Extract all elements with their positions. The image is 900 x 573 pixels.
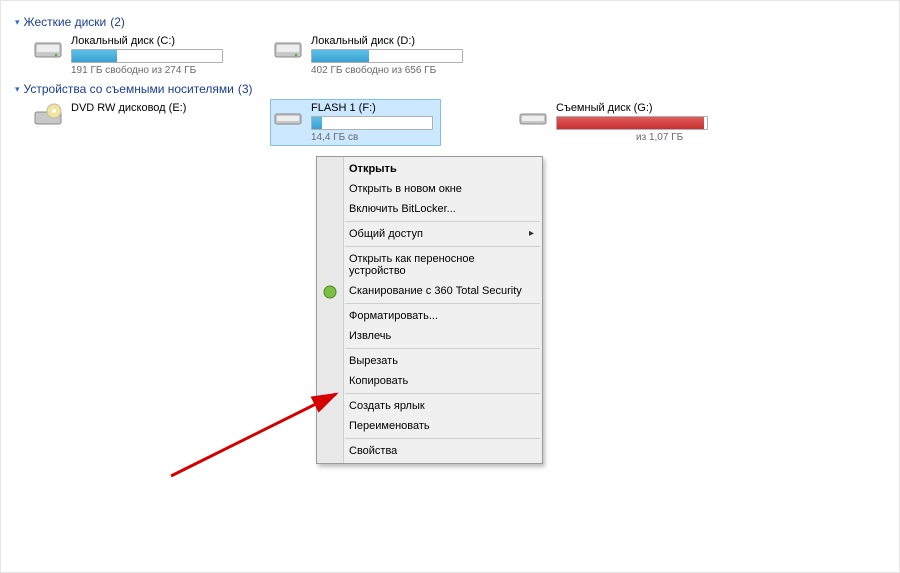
chevron-down-icon: ▾ [15,84,20,95]
drive-name: Съемный диск (G:) [556,102,708,114]
menu-share[interactable]: Общий доступ [317,224,542,244]
group-label-hdd[interactable]: Жесткие диски [24,15,107,29]
flash-drive-icon [273,102,305,128]
menu-separator [345,438,540,439]
hdd-icon [273,35,305,61]
group-count-hdd: (2) [110,15,125,29]
menu-open[interactable]: Открыть [317,159,542,179]
chevron-down-icon: ▾ [15,17,20,28]
menu-scan-360[interactable]: Сканирование с 360 Total Security [317,281,542,301]
menu-separator [345,221,540,222]
dvd-icon [33,102,65,128]
drive-removable-g[interactable]: Съемный диск (G:) из 1,07 ГБ [518,102,718,143]
capacity-fill [312,117,322,129]
menu-separator [345,393,540,394]
menu-rename[interactable]: Переименовать [317,416,542,436]
capacity-bar [311,49,463,63]
drive-local-d[interactable]: Локальный диск (D:) 402 ГБ свободно из 6… [273,35,473,76]
drive-name: Локальный диск (C:) [71,35,223,47]
context-menu: Открыть Открыть в новом окне Включить Bi… [316,156,543,464]
menu-bitlocker[interactable]: Включить BitLocker... [317,199,542,219]
capacity-bar [71,49,223,63]
menu-separator [345,348,540,349]
menu-eject[interactable]: Извлечь [317,326,542,346]
group-count-removable: (3) [238,82,253,96]
drive-name: DVD RW дисковод (E:) [71,102,186,114]
menu-format[interactable]: Форматировать... [317,306,542,326]
removable-row: DVD RW дисковод (E:) FLASH 1 (F:) 14,4 Г… [33,102,885,143]
menu-scan-label: Сканирование с 360 Total Security [349,285,522,297]
drive-sub: 402 ГБ свободно из 656 ГБ [311,65,463,76]
hdd-icon [33,35,65,61]
capacity-fill [312,50,369,62]
group-label-removable[interactable]: Устройства со съемными носителями [24,82,234,96]
menu-open-portable[interactable]: Открыть как переносное устройство [317,249,542,281]
drive-sub: 191 ГБ свободно из 274 ГБ [71,65,223,76]
menu-separator [345,303,540,304]
shield-icon [322,284,338,300]
drive-name: FLASH 1 (F:) [311,102,433,114]
menu-properties[interactable]: Свойства [317,441,542,461]
menu-open-new-window[interactable]: Открыть в новом окне [317,179,542,199]
drive-dvd-e[interactable]: DVD RW дисковод (E:) [33,102,233,143]
drive-sub: из 1,07 ГБ [636,132,708,143]
drive-name: Локальный диск (D:) [311,35,463,47]
menu-copy[interactable]: Копировать [317,371,542,391]
group-header-hdd[interactable]: ▾ Жесткие диски (2) [15,15,885,29]
menu-separator [345,246,540,247]
hdd-row: Локальный диск (C:) 191 ГБ свободно из 2… [33,35,885,76]
drive-sub: 14,4 ГБ св [311,132,433,143]
menu-create-shortcut[interactable]: Создать ярлык [317,396,542,416]
group-header-removable[interactable]: ▾ Устройства со съемными носителями (3) [15,82,885,96]
drive-local-c[interactable]: Локальный диск (C:) 191 ГБ свободно из 2… [33,35,233,76]
flash-drive-icon [518,102,550,128]
capacity-bar [311,116,433,130]
explorer-window: ▾ Жесткие диски (2) Локальный диск (C:) … [0,0,900,573]
capacity-fill [557,117,704,129]
capacity-bar [556,116,708,130]
menu-cut[interactable]: Вырезать [317,351,542,371]
capacity-fill [72,50,117,62]
drive-flash-f[interactable]: FLASH 1 (F:) 14,4 ГБ св [270,99,441,146]
